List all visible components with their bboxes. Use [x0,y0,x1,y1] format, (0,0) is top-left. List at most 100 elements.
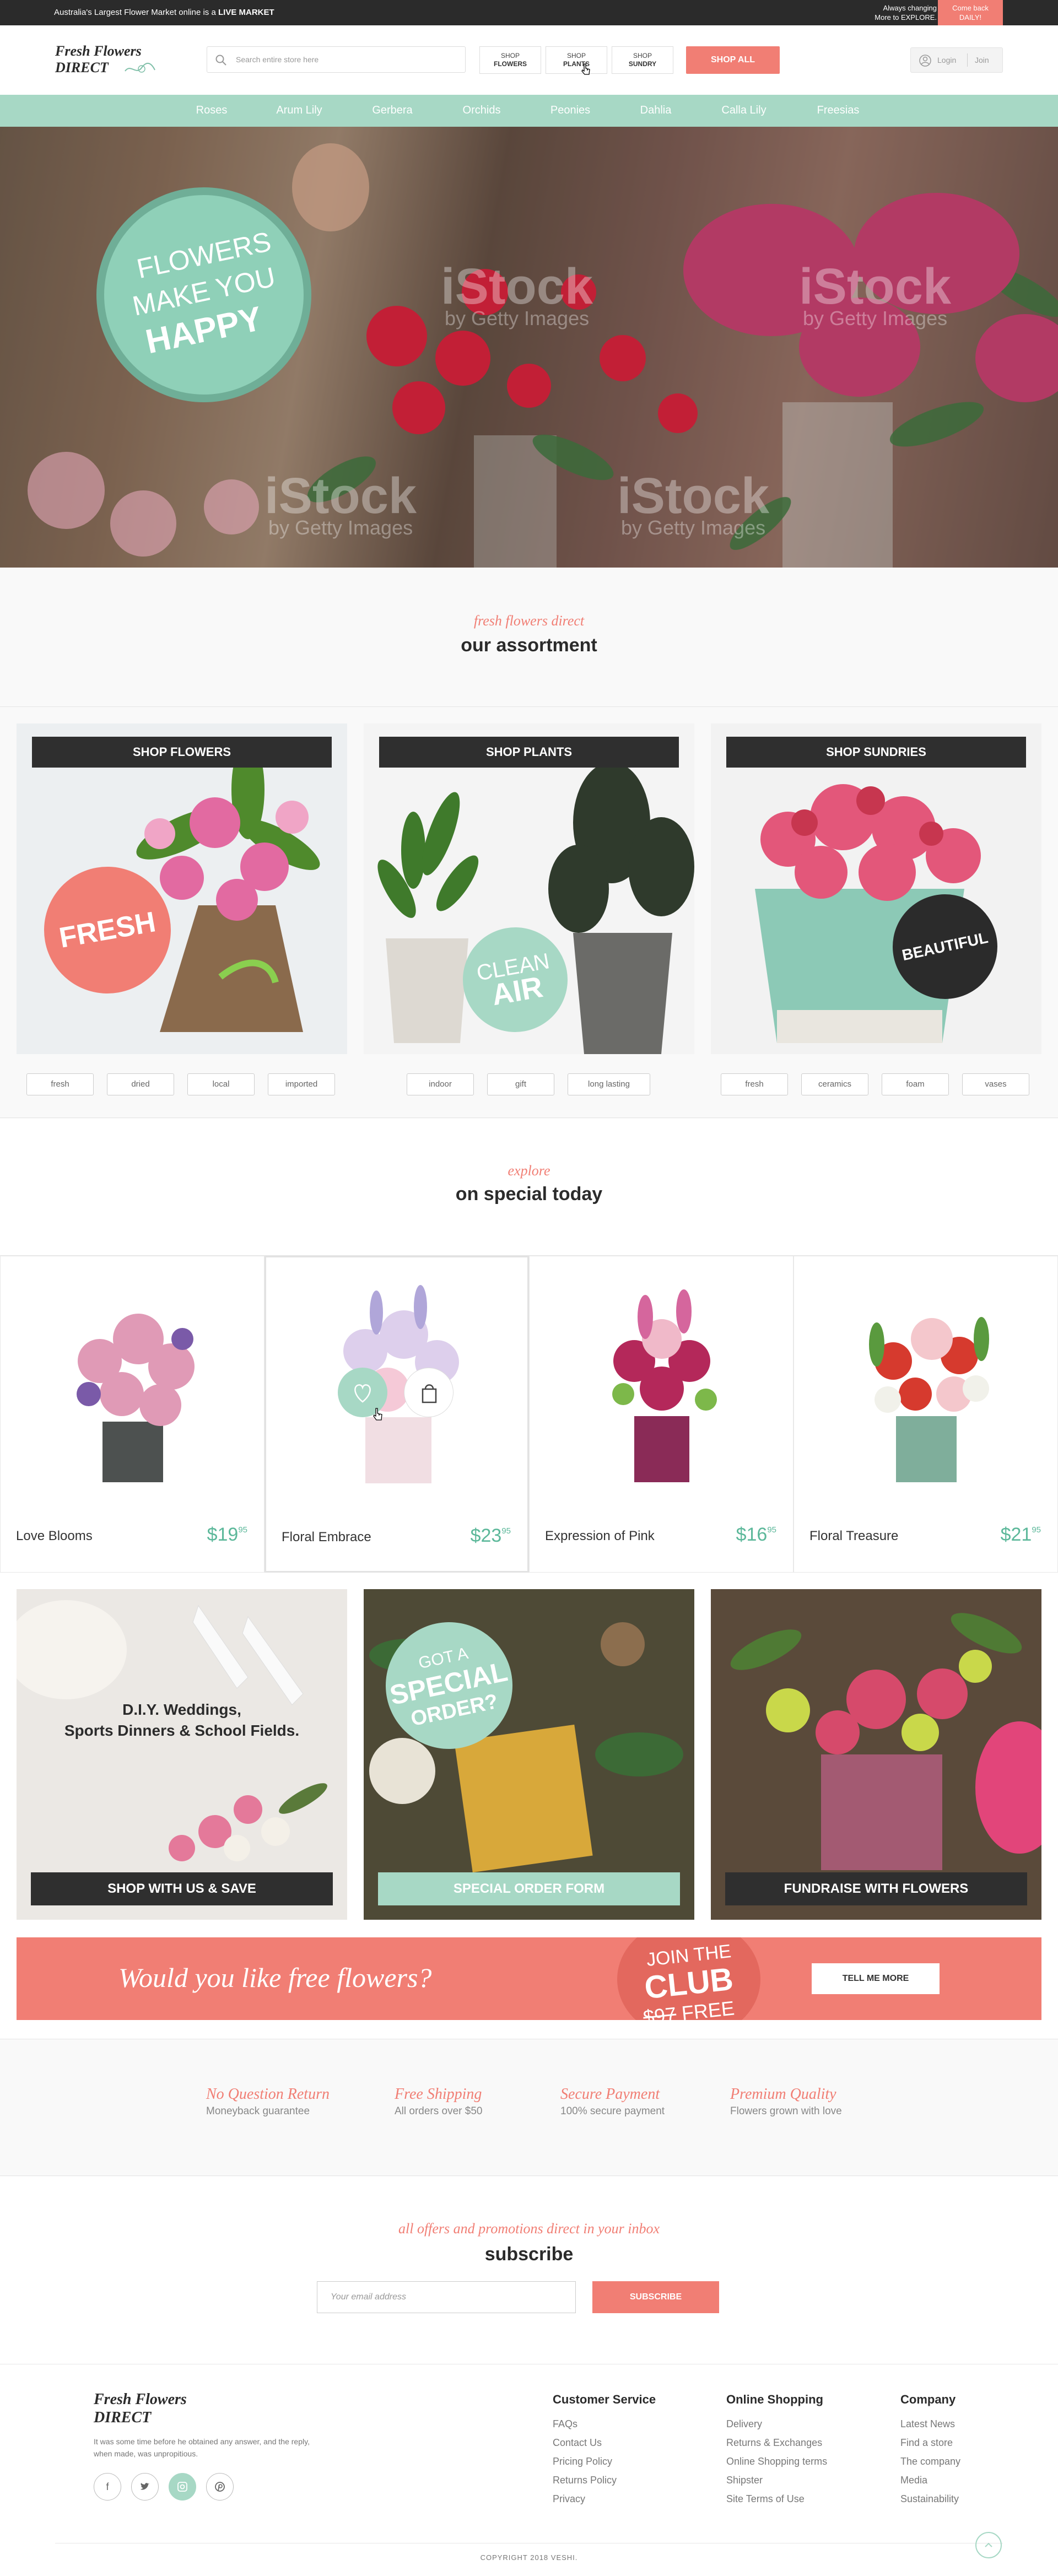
footer-col-online-shopping: Online Shopping Delivery Returns & Excha… [726,2393,827,2508]
category-roses[interactable]: Roses [196,104,228,117]
changing-line-2: More to EXPLORE. [875,13,937,21]
love-blooms-image [77,1314,195,1482]
category-dahlia[interactable]: Dahlia [640,104,672,117]
footer-col-title: Online Shopping [726,2393,823,2406]
shop-plants-button[interactable]: SHOP PLANTS [546,46,607,74]
divider-2 [0,1117,1058,1118]
subscribe-button[interactable]: SUBSCRIBE [592,2281,719,2313]
tag-vases[interactable]: vases [962,1073,1029,1095]
product-name: Expression of Pink [545,1529,655,1543]
login-link[interactable]: Login [937,56,956,64]
shop-flowers-card[interactable]: SHOP FLOWERS FRESH [17,723,347,1054]
tag-gift[interactable]: gift [487,1073,554,1095]
always-changing-text: Always changing More to EXPLORE. [827,3,937,22]
shop-plants-label: SHOP PLANTS [379,737,679,768]
footer-link[interactable]: Find a store [900,2433,960,2452]
fundraise-button[interactable]: FUNDRAISE WITH FLOWERS [725,1872,1027,1905]
pinterest-icon[interactable] [206,2473,234,2501]
add-to-bag-button[interactable] [404,1368,454,1417]
category-peonies[interactable]: Peonies [550,104,590,117]
site-logo[interactable]: Fresh Flowers DIRECT [55,43,155,76]
shop-sundries-card[interactable]: SHOP SUNDRIES BEAUTIFUL [711,723,1041,1054]
footer-col-title: Company [900,2393,956,2406]
shop-plants-big: PLANTS [563,60,590,68]
tag-fresh[interactable]: fresh [26,1073,94,1095]
feature-no-question-return: No Question Return Moneyback guarantee [206,2086,330,2118]
feature-title: Premium Quality [730,2086,836,2103]
shopping-bag-icon [422,1384,437,1403]
product-card-floral-embrace[interactable]: Floral Embrace $2395 [264,1256,529,1573]
twitter-icon[interactable] [131,2473,159,2501]
product-card-expression-of-pink[interactable]: Expression of Pink $1695 [529,1256,794,1573]
wedding-shoes-illustration [17,1600,327,1861]
fundraise-flowers-illustration [711,1589,1041,1920]
footer-link[interactable]: Site Terms of Use [726,2489,827,2508]
footer-link[interactable]: The company [900,2452,960,2471]
footer-logo[interactable]: Fresh Flowers DIRECT [94,2390,187,2427]
tag-local[interactable]: local [187,1073,255,1095]
expression-of-pink-image [612,1289,717,1482]
search-input[interactable] [236,52,456,67]
product-card-love-blooms[interactable]: Love Blooms $1995 [0,1256,264,1573]
promo-tile-fundraise[interactable]: FUNDRAISE WITH FLOWERS [711,1589,1041,1920]
promo-tile-special-order[interactable]: GOT A SPECIAL ORDER? SPECIAL ORDER FORM [364,1589,694,1920]
footer-link[interactable]: Media [900,2471,960,2489]
copyright: COPYRIGHT 2018 VESHI. [480,2553,578,2562]
product-card-floral-treasure[interactable]: Floral Treasure $2195 [794,1256,1058,1573]
footer-link[interactable]: Shipster [726,2471,827,2489]
hero-watermark-4: iStock by Getty Images [617,471,769,538]
shop-all-button[interactable]: SHOP ALL [686,46,780,74]
footer-link[interactable]: Returns & Exchanges [726,2433,827,2452]
tag-indoor[interactable]: indoor [407,1073,474,1095]
email-input[interactable]: Your email address [317,2281,576,2313]
promo-tile-weddings[interactable]: D.I.Y. Weddings, Sports Dinners & School… [17,1589,347,1920]
category-arum-lily[interactable]: Arum Lily [276,104,322,117]
tag-ceramics[interactable]: ceramics [801,1073,868,1095]
features-section [0,2039,1058,2177]
watermark-text-4: iStock [617,468,770,524]
footer-link[interactable]: FAQs [553,2415,656,2433]
price-main: $16 [736,1524,768,1545]
product-price: $1695 [736,1524,776,1546]
tag-fresh-sundries[interactable]: fresh [721,1073,788,1095]
instagram-icon[interactable] [169,2473,196,2501]
special-title: on special today [455,1184,603,1205]
shop-plants-card[interactable]: SHOP PLANTS CLEAN AIR [364,723,694,1054]
footer-link[interactable]: Contact Us [553,2433,656,2452]
special-order-form-button[interactable]: SPECIAL ORDER FORM [378,1872,680,1905]
shop-sundry-button[interactable]: SHOP SUNDRY [612,46,673,74]
weddings-line-2: Sports Dinners & School Fields. [64,1722,300,1739]
footer-link[interactable]: Privacy [553,2489,656,2508]
price-cents: 95 [1032,1525,1041,1535]
tag-foam[interactable]: foam [882,1073,949,1095]
join-link[interactable]: Join [975,56,989,64]
feature-premium-quality: Premium Quality Flowers grown with love [730,2086,842,2118]
top-message-text: Australia's Largest Flower Market online… [54,8,216,17]
price-main: $21 [1000,1524,1032,1545]
feature-title: No Question Return [206,2086,330,2103]
shop-with-us-button[interactable]: SHOP WITH US & SAVE [31,1872,333,1905]
tag-dried[interactable]: dried [107,1073,174,1095]
category-orchids[interactable]: Orchids [463,104,501,117]
footer-link[interactable]: Sustainability [900,2489,960,2508]
footer-link[interactable]: Online Shopping terms [726,2452,827,2471]
footer-link[interactable]: Latest News [900,2415,960,2433]
footer-link[interactable]: Pricing Policy [553,2452,656,2471]
facebook-icon[interactable]: f [94,2473,121,2501]
category-gerbera[interactable]: Gerbera [372,104,412,117]
category-freesias[interactable]: Freesias [817,104,860,117]
shop-flowers-button[interactable]: SHOP FLOWERS [479,46,541,74]
come-back-daily-button[interactable]: Come back DAILY! [938,0,1003,25]
watermark-sub-1: by Getty Images [444,307,590,330]
footer-link[interactable]: Returns Policy [553,2471,656,2489]
club-old-price: $97 [642,2002,678,2020]
price-cents: 95 [501,1526,511,1536]
category-calla-lily[interactable]: Calla Lily [721,104,766,117]
tag-imported[interactable]: imported [268,1073,335,1095]
search-box[interactable] [207,46,466,73]
shop-category-buttons: SHOP FLOWERS SHOP PLANTS SHOP SUNDRY [479,46,673,74]
price-cents: 95 [767,1525,776,1535]
tell-me-more-button[interactable]: TELL ME MORE [812,1963,940,1994]
footer-link[interactable]: Delivery [726,2415,827,2433]
tag-long-lasting[interactable]: long lasting [568,1073,650,1095]
